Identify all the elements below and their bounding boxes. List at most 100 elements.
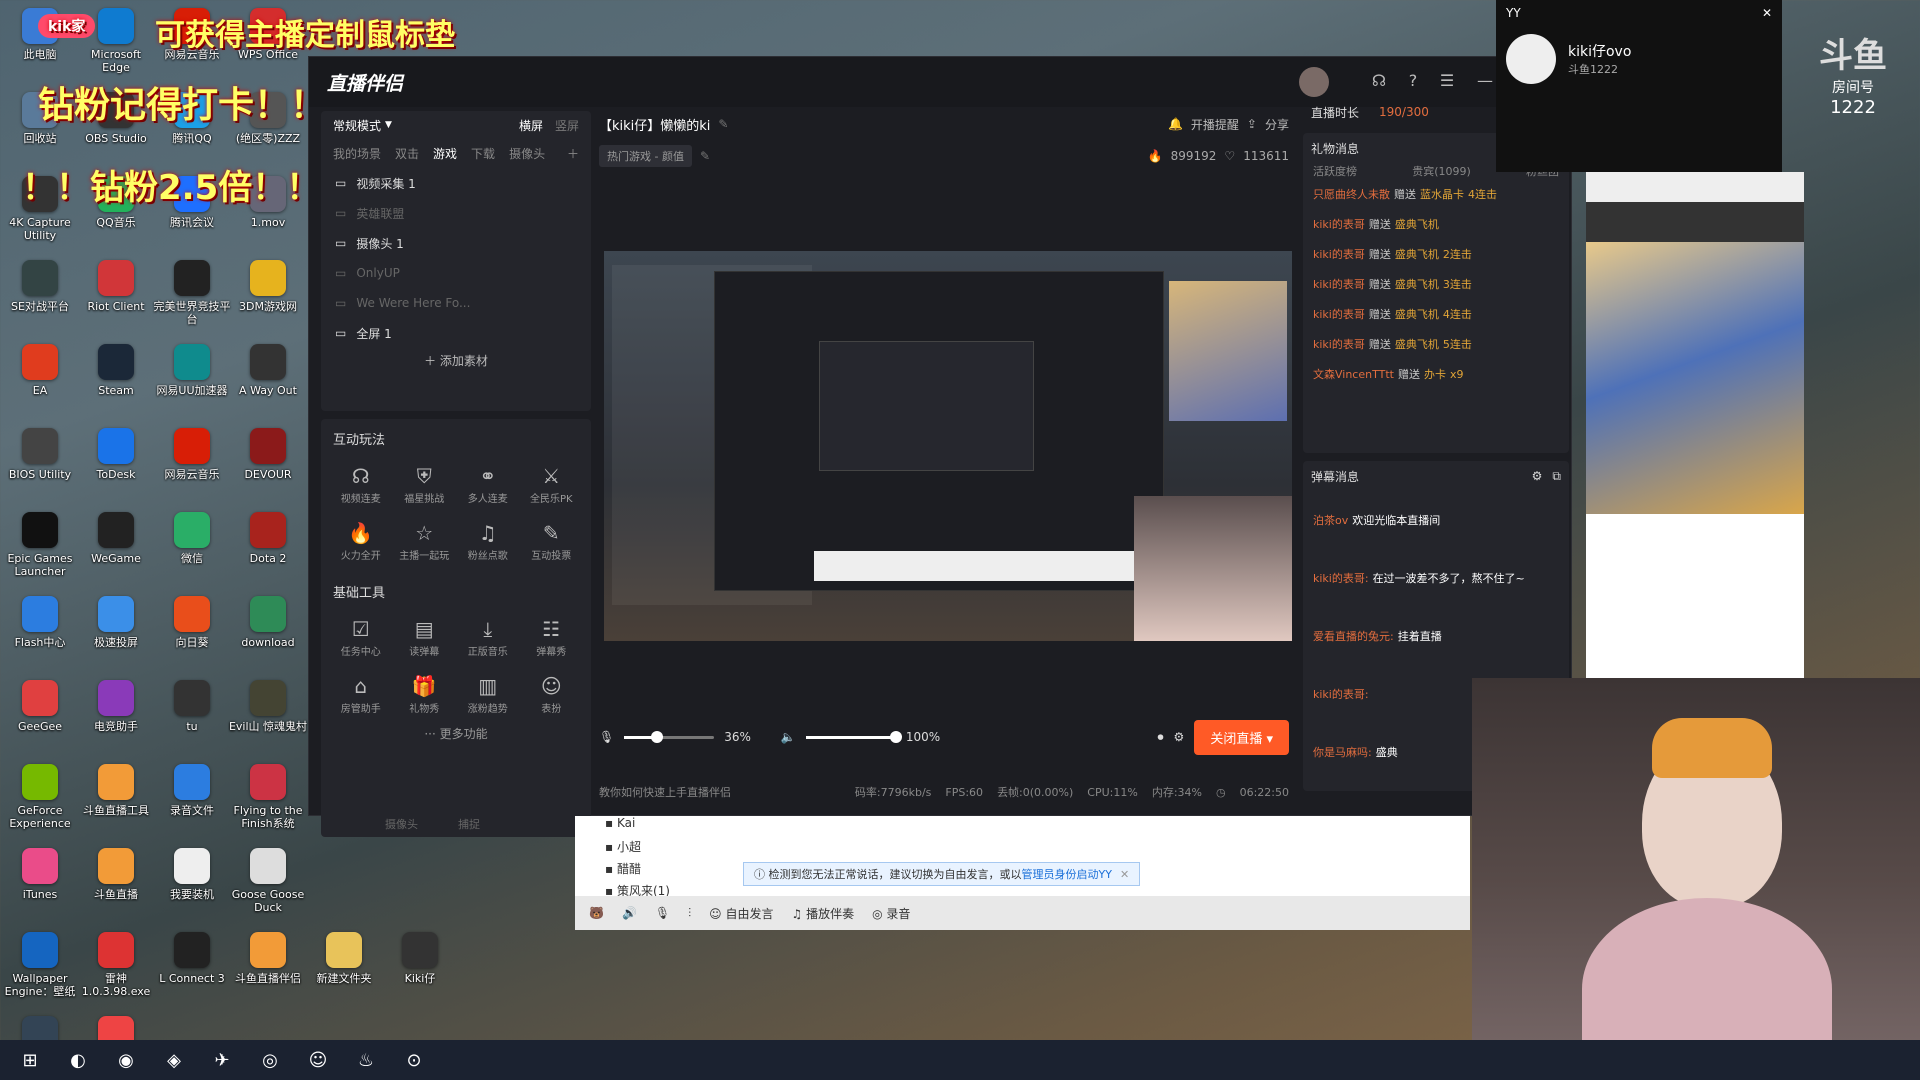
headset-icon[interactable]: ☊ xyxy=(1367,71,1391,90)
avatar[interactable] xyxy=(1299,67,1329,97)
play-music-button[interactable]: ♫ 播放伴奏 xyxy=(792,905,855,922)
volume-slider[interactable] xyxy=(805,730,902,743)
source-item[interactable]: ▭ OnlyUP xyxy=(321,258,591,288)
desktop-icon[interactable]: iTunes xyxy=(0,848,80,901)
desktop-icon[interactable]: Flash中心 xyxy=(0,596,80,649)
interact-item[interactable]: ⚔ 全民乐PK xyxy=(520,462,584,505)
desktop-icon[interactable]: ToDesk xyxy=(76,428,156,481)
user-item[interactable]: ▪ 小超 xyxy=(605,838,670,860)
desktop-icon[interactable]: L Connect 3 xyxy=(152,932,232,985)
settings-icon[interactable]: ⚙ xyxy=(1174,730,1185,744)
source-item[interactable]: ▭ 全屏 1 xyxy=(321,318,591,348)
uu-icon[interactable]: ⊙ xyxy=(394,1042,434,1078)
speaker-icon[interactable]: 🔊 xyxy=(622,906,637,920)
menu-icon[interactable]: ☰ xyxy=(1435,71,1459,90)
tools-item[interactable]: ▥ 涨粉趋势 xyxy=(456,672,520,715)
yy-close-icon[interactable]: ✕ xyxy=(1762,6,1772,20)
interact-item[interactable]: ⚭ 多人连麦 xyxy=(456,462,520,505)
mic-icon[interactable]: 🎙 xyxy=(599,730,614,744)
close-notice-icon[interactable]: ✕ xyxy=(1120,868,1129,881)
stream-preview[interactable] xyxy=(604,251,1292,641)
desktop-icon[interactable]: Evil山 惊魂鬼村 xyxy=(228,680,308,733)
desktop-icon[interactable]: 录音文件 xyxy=(152,764,232,817)
free-speak-button[interactable]: ☺ 自由发言 xyxy=(709,905,773,922)
desktop-icon[interactable]: Riot Client xyxy=(76,260,156,313)
tools-item[interactable]: ☺ 表扮 xyxy=(520,672,584,715)
record-button[interactable]: ◎ 录音 xyxy=(872,905,910,922)
desktop-icon[interactable]: SE对战平台 xyxy=(0,260,80,313)
source-item[interactable]: ▭ 摄像头 1 xyxy=(321,228,591,258)
steam-icon[interactable]: ♨ xyxy=(346,1042,386,1078)
lower-tab[interactable]: 摄像头 xyxy=(385,816,418,832)
source-tab[interactable]: 摄像头 xyxy=(509,145,545,162)
help-icon[interactable]: ? xyxy=(1401,71,1425,90)
desktop-icon[interactable]: GeForce Experience xyxy=(0,764,80,830)
source-tab[interactable]: 我的场景 xyxy=(333,145,381,162)
desktop-icon[interactable]: 微信 xyxy=(152,512,232,565)
notify-button[interactable]: 开播提醒 xyxy=(1191,116,1239,133)
yy-icon[interactable]: ☺ xyxy=(298,1042,338,1078)
desktop-icon[interactable]: 斗鱼直播 xyxy=(76,848,156,901)
lower-tab[interactable]: 捕捉 xyxy=(458,816,480,832)
desktop-icon[interactable]: 向日葵 xyxy=(152,596,232,649)
desktop-icon[interactable]: 雷神 1.0.3.98.exe xyxy=(76,932,156,998)
danmu-user[interactable]: 泊茶ov xyxy=(1313,512,1348,528)
category-tag[interactable]: 热门游戏 - 颜值 xyxy=(599,145,692,167)
tip-link[interactable]: 教你如何快速上手直播伴侣 xyxy=(599,784,731,800)
equalizer-icon[interactable]: ⫶ xyxy=(688,906,691,921)
edit-category-icon[interactable]: ✎ xyxy=(700,149,710,163)
tools-item[interactable]: ☷ 弹幕秀 xyxy=(520,615,584,658)
orient-v[interactable]: 竖屏 xyxy=(555,117,579,134)
danmu-user[interactable]: 爱看直播的兔元: xyxy=(1313,628,1394,644)
tools-item[interactable]: ☑ 任务中心 xyxy=(329,615,393,658)
desktop-icon[interactable]: 斗鱼直播工具 xyxy=(76,764,156,817)
danmu-user[interactable]: 你是马麻吗: xyxy=(1313,744,1372,760)
desktop-icon[interactable]: 极速投屏 xyxy=(76,596,156,649)
desktop-icon[interactable]: Dota 2 xyxy=(228,512,308,565)
desktop-icon[interactable]: 新建文件夹 xyxy=(304,932,384,985)
room-title[interactable]: 【kiki仔】懒懒的ki xyxy=(599,115,710,134)
desktop-icon[interactable]: A Way Out xyxy=(228,344,308,397)
stop-live-button[interactable]: 关闭直播 ▾ xyxy=(1194,719,1289,755)
obs-icon[interactable]: ✈ xyxy=(202,1042,242,1078)
source-tab[interactable]: 游戏 xyxy=(433,145,457,162)
desktop-icon[interactable]: 网易UU加速器 xyxy=(152,344,232,397)
danmu-user[interactable]: kiki的表哥: xyxy=(1313,686,1369,702)
volume-slider-knob[interactable] xyxy=(889,730,902,743)
desktop-icon[interactable]: Kiki仔 xyxy=(380,932,460,985)
record-icon[interactable]: ⏺ xyxy=(1158,730,1164,745)
desktop-icon[interactable]: Wallpaper Engine：壁纸 xyxy=(0,932,80,998)
source-item[interactable]: ▭ We Were Here Fo... xyxy=(321,288,591,318)
desktop-icon[interactable]: EA xyxy=(0,344,80,397)
edit-icon[interactable]: ✎ xyxy=(718,117,728,131)
gift-tab[interactable]: 活跃度榜 xyxy=(1313,163,1357,179)
mic-slider[interactable] xyxy=(624,730,715,743)
popout-icon[interactable]: ⧉ xyxy=(1552,469,1561,484)
mode-select[interactable]: 常规模式 xyxy=(333,117,381,134)
desktop-icon[interactable]: 完美世界竞技平台 xyxy=(152,260,232,326)
user-item[interactable]: ▪ Kai xyxy=(605,816,670,838)
orient-h[interactable]: 横屏 xyxy=(519,117,543,134)
interact-item[interactable]: 🔥 火力全开 xyxy=(329,519,393,562)
interact-item[interactable]: ♫ 粉丝点歌 xyxy=(456,519,520,562)
user-item[interactable]: ▪ 醋醋 xyxy=(605,860,670,882)
desktop-icon[interactable]: Steam xyxy=(76,344,156,397)
desktop-icon[interactable]: 3DM游戏网 xyxy=(228,260,308,313)
minimize-icon[interactable]: — xyxy=(1473,71,1497,90)
gift-tab[interactable]: 贵宾(1099) xyxy=(1412,163,1471,179)
desktop-icon[interactable]: WeGame xyxy=(76,512,156,565)
desktop-icon[interactable]: BIOS Utility xyxy=(0,428,80,481)
desktop-icon[interactable]: 我要装机 xyxy=(152,848,232,901)
add-material-button[interactable]: ＋ 添加素材 xyxy=(321,348,591,369)
desktop-icon[interactable]: download xyxy=(228,596,308,649)
desktop-icon[interactable]: Epic Games Launcher xyxy=(0,512,80,578)
interact-item[interactable]: ☊ 视频连麦 xyxy=(329,462,393,505)
desktop-icon[interactable]: DEVOUR xyxy=(228,428,308,481)
mic-slider-knob[interactable] xyxy=(650,730,663,743)
desktop-icon[interactable]: 斗鱼直播伴侣 xyxy=(228,932,308,985)
speaker-icon[interactable]: 🔈 xyxy=(781,730,796,744)
tools-item[interactable]: 🎁 礼物秀 xyxy=(393,672,457,715)
tools-item[interactable]: ▤ 读弹幕 xyxy=(393,615,457,658)
add-tab-icon[interactable]: ＋ xyxy=(567,145,579,162)
desktop-icon[interactable]: tu xyxy=(152,680,232,733)
